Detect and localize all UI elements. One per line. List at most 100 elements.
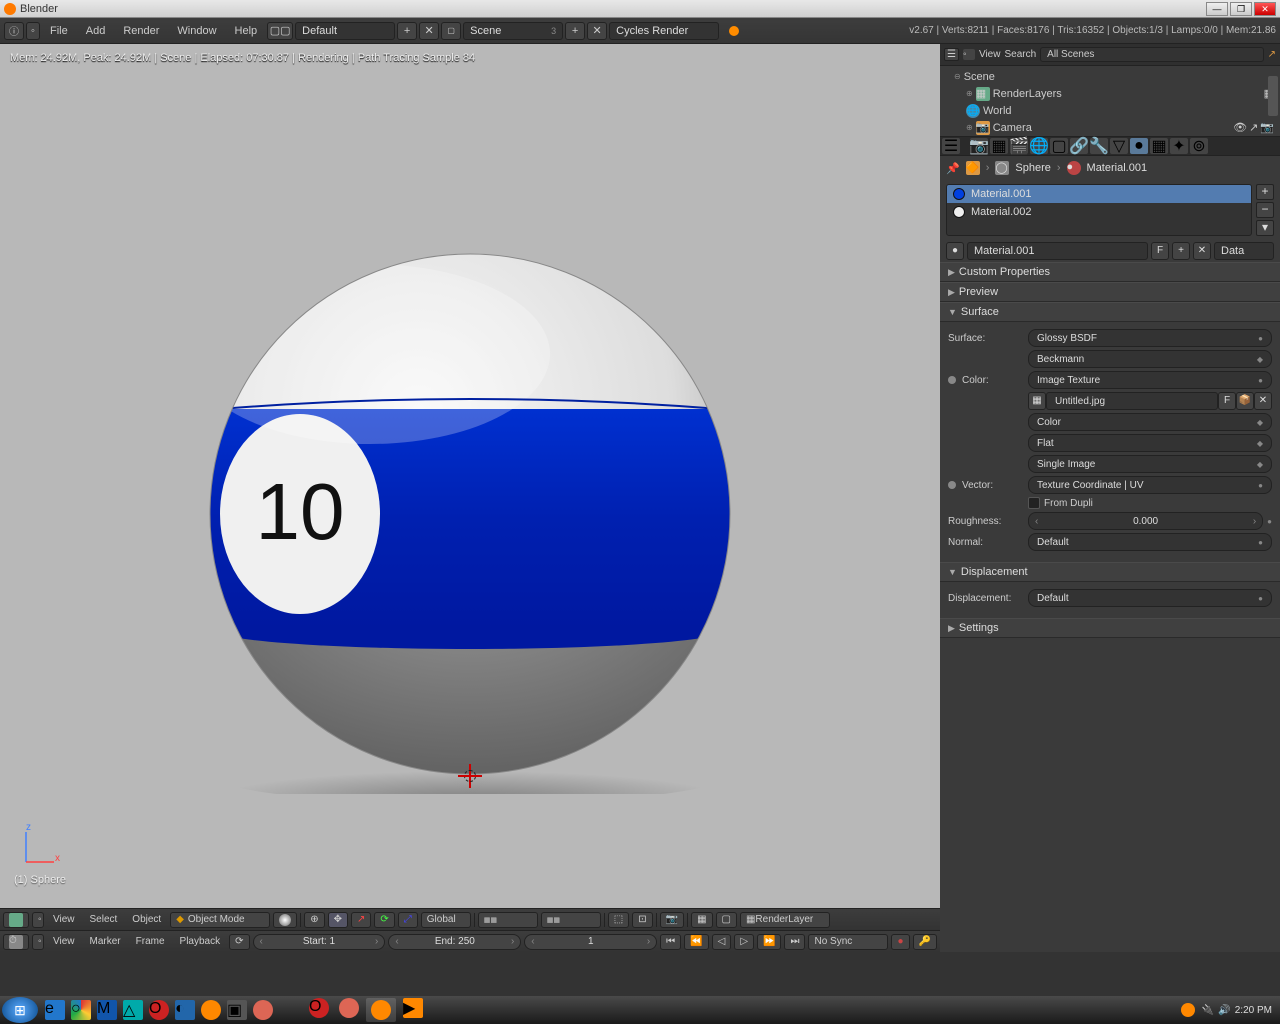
tray-clock[interactable]: 2:20 PM <box>1235 1005 1272 1016</box>
taskbar-firefox-running[interactable] <box>339 998 359 1018</box>
tree-renderlayers[interactable]: ⊕▦RenderLayers▦ <box>940 85 1280 102</box>
timeline-menu-playback[interactable]: Playback <box>174 936 227 947</box>
scene-add-button[interactable]: + <box>565 22 585 40</box>
material-slot-list[interactable]: Material.001 Material.002 <box>946 184 1252 236</box>
taskbar-opera-running[interactable]: O <box>309 998 329 1018</box>
tab-material[interactable]: ● <box>1130 138 1148 154</box>
timeline-menu-marker[interactable]: Marker <box>84 936 127 947</box>
tab-physics[interactable]: ⊚ <box>1190 138 1208 154</box>
outliner-scrollbar[interactable] <box>1268 76 1278 116</box>
sync-dropdown[interactable]: No Sync <box>808 934 888 950</box>
surface-shader-dropdown[interactable]: Glossy BSDF● <box>1028 329 1272 347</box>
tab-renderlayers[interactable]: ▦ <box>990 138 1008 154</box>
colorspace-dropdown[interactable]: Color◆ <box>1028 413 1272 431</box>
copy-button[interactable]: ▢ <box>716 912 737 928</box>
panel-displacement[interactable]: ▼Displacement <box>940 562 1280 582</box>
color-socket-icon[interactable] <box>948 376 956 384</box>
pin-icon[interactable]: 📌 <box>946 162 960 175</box>
outliner-view-menu[interactable]: View <box>979 49 1001 60</box>
material-link-dropdown[interactable]: Data <box>1214 242 1274 260</box>
menu-add[interactable]: Add <box>78 25 114 37</box>
from-dupli-checkbox[interactable] <box>1028 497 1040 509</box>
viewport-shading-button[interactable] <box>273 912 297 928</box>
layout-add-button[interactable]: + <box>397 22 417 40</box>
panel-settings[interactable]: ▶Settings <box>940 618 1280 638</box>
displacement-dropdown[interactable]: Default● <box>1028 589 1272 607</box>
breadcrumb-object[interactable]: Sphere <box>1015 162 1050 174</box>
start-button[interactable]: ⊞ <box>2 997 38 1023</box>
timeline-menu-view[interactable]: View <box>47 936 81 947</box>
distribution-dropdown[interactable]: Beckmann◆ <box>1028 350 1272 368</box>
material-remove-button[interactable]: − <box>1256 202 1274 218</box>
viewport-menu-view[interactable]: View <box>47 914 81 925</box>
tab-texture[interactable]: ▦ <box>1150 138 1168 154</box>
keying-set-button[interactable]: 🔑 <box>913 934 937 950</box>
render-engine-dropdown[interactable]: Cycles Render <box>609 22 719 40</box>
breadcrumb-material[interactable]: Material.001 <box>1087 162 1148 174</box>
render-button[interactable]: 📷 <box>660 912 684 928</box>
close-button[interactable]: ✕ <box>1254 2 1276 16</box>
scene-dropdown[interactable]: Scene3 <box>463 22 563 40</box>
menu-render[interactable]: Render <box>115 25 167 37</box>
keyframe-next-button[interactable]: ⏩ <box>757 934 781 950</box>
image-unlink-button[interactable]: ✕ <box>1254 392 1272 410</box>
outliner-display-dropdown[interactable]: All Scenes <box>1040 47 1263 62</box>
material-fakeuser-button[interactable]: F <box>1151 242 1169 260</box>
tab-constraints[interactable]: 🔗 <box>1070 138 1088 154</box>
play-reverse-button[interactable]: ◁ <box>712 934 732 950</box>
layout-browse-icon[interactable]: ▢▢ <box>267 22 293 40</box>
normal-dropdown[interactable]: Default● <box>1028 533 1272 551</box>
color-input-dropdown[interactable]: Image Texture● <box>1028 371 1272 389</box>
panel-custom-properties[interactable]: ▶Custom Properties <box>940 262 1280 282</box>
record-button[interactable]: ● <box>891 934 909 950</box>
material-slot-2[interactable]: Material.002 <box>947 203 1251 221</box>
renderlayer-dropdown[interactable]: ▦ RenderLayer <box>740 912 830 928</box>
menu-help[interactable]: Help <box>227 25 266 37</box>
image-fakeuser-button[interactable]: F <box>1218 392 1236 410</box>
image-source-dropdown[interactable]: Single Image◆ <box>1028 455 1272 473</box>
tab-scene[interactable]: 🎬 <box>1010 138 1028 154</box>
tray-volume-icon[interactable]: 🔊 <box>1218 1005 1230 1016</box>
roughness-field[interactable]: 0.000 <box>1028 512 1263 530</box>
taskbar-media-icon[interactable]: ▶ <box>403 998 423 1018</box>
snap-type-button[interactable]: ⊡ <box>632 912 652 928</box>
prop-editor-button[interactable]: ☰ <box>942 138 960 154</box>
tree-camera[interactable]: ⊕📷Camera👁↗📷 <box>940 119 1280 136</box>
scene-delete-button[interactable]: ✕ <box>587 22 607 40</box>
play-button[interactable]: ▷ <box>734 934 754 950</box>
pivot-button[interactable]: ⊕ <box>304 912 324 928</box>
tab-render[interactable]: 📷 <box>970 138 988 154</box>
tray-app-icon[interactable] <box>1181 1003 1195 1017</box>
tab-particles[interactable]: ✦ <box>1170 138 1188 154</box>
material-add-button[interactable]: + <box>1256 184 1274 200</box>
material-new-button[interactable]: + <box>1172 242 1190 260</box>
panel-surface[interactable]: ▼Surface <box>940 302 1280 322</box>
layers-icon-2[interactable]: ▦▦ <box>541 912 601 928</box>
projection-dropdown[interactable]: Flat◆ <box>1028 434 1272 452</box>
translate-button[interactable]: ↗ <box>351 912 371 928</box>
outliner-editor-button[interactable]: ☰ <box>944 48 959 61</box>
viewport-menu-select[interactable]: Select <box>84 914 124 925</box>
layers-icon[interactable]: ▦▦ <box>478 912 538 928</box>
taskbar-opera-icon[interactable]: O <box>149 1000 169 1020</box>
viewport-menu-object[interactable]: Object <box>126 914 167 925</box>
tab-modifiers[interactable]: 🔧 <box>1090 138 1108 154</box>
maximize-button[interactable]: ❐ <box>1230 2 1252 16</box>
rotate-button[interactable]: ⟳ <box>374 912 394 928</box>
panel-preview[interactable]: ▶Preview <box>940 282 1280 302</box>
timeline-editor-button[interactable]: ⏱ <box>3 934 29 950</box>
jump-start-button[interactable]: ⏮ <box>660 934 681 950</box>
tree-scene[interactable]: ⊖Scene <box>940 68 1280 85</box>
tray-network-icon[interactable]: 🔌 <box>1202 1005 1214 1016</box>
timeline-menu-frame[interactable]: Frame <box>130 936 171 947</box>
menu-file[interactable]: File <box>42 25 76 37</box>
snap-button[interactable]: ⬚ <box>608 912 629 928</box>
start-frame-field[interactable]: Start: 1 <box>253 934 386 950</box>
taskbar-mail-icon[interactable]: M <box>97 1000 117 1020</box>
orientation-dropdown[interactable]: Global <box>421 912 471 928</box>
outliner-search-menu[interactable]: Search <box>1004 49 1036 60</box>
taskbar-app2-icon[interactable]: ◐ <box>175 1000 195 1020</box>
autokey-button[interactable]: ⟳ <box>229 934 249 950</box>
mode-dropdown[interactable]: ◆Object Mode <box>170 912 270 928</box>
material-browse-button[interactable]: ● <box>946 242 964 260</box>
